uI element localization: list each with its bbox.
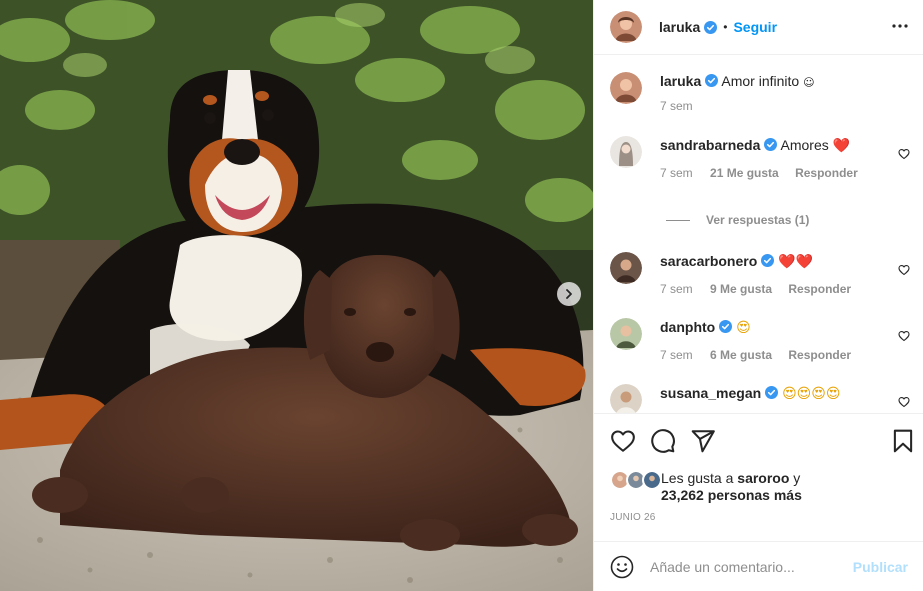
commenter-avatar[interactable] — [610, 136, 642, 168]
comment-emoji: 😍 — [736, 320, 751, 336]
verified-badge-icon — [704, 20, 718, 34]
likers-avatars[interactable] — [610, 470, 664, 490]
comment-time[interactable]: 7 sem — [660, 348, 693, 362]
post-header: laruka • Seguir — [594, 0, 923, 55]
heart-icon[interactable] — [898, 396, 910, 408]
liker-avatar — [642, 470, 662, 490]
comment-likes[interactable]: 9 Me gusta — [710, 282, 772, 296]
view-replies-label: Ver respuestas (1) — [706, 213, 810, 227]
caption-text: Amor infinito — [721, 73, 800, 89]
commenter-avatar[interactable] — [610, 384, 642, 413]
verified-badge-icon — [705, 74, 719, 87]
instagram-post: laruka • Seguir laruka Amor infinito ☺ 7… — [0, 0, 923, 591]
heart-icon[interactable] — [898, 330, 910, 342]
comment-emoji: ❤️ — [832, 138, 851, 154]
verified-badge-icon — [719, 320, 733, 333]
comment-username[interactable]: sandrabarneda — [660, 137, 760, 153]
comment-emoji: ❤️❤️ — [778, 254, 814, 270]
comment-time[interactable]: 7 sem — [660, 166, 693, 180]
comments-list[interactable]: laruka Amor infinito ☺ 7 sem sandrabarne… — [594, 56, 923, 413]
next-slide-button[interactable] — [557, 282, 581, 306]
comment-username[interactable]: susana_megan — [660, 385, 761, 401]
chevron-right-icon — [566, 289, 572, 299]
heart-icon[interactable] — [898, 264, 910, 276]
comment-icon[interactable] — [650, 428, 676, 454]
post-photo[interactable] — [0, 0, 593, 591]
post-date[interactable]: JUNIO 26 — [610, 512, 656, 523]
author-avatar[interactable] — [610, 11, 642, 43]
comment-likes[interactable]: 6 Me gusta — [710, 348, 772, 362]
dot-separator: • — [723, 20, 728, 34]
likes-joiner: y — [793, 470, 801, 486]
caption-time[interactable]: 7 sem — [660, 99, 693, 113]
replies-line — [666, 219, 690, 221]
heart-icon[interactable] — [898, 148, 910, 160]
more-horizontal-icon — [892, 24, 908, 28]
likes-summary: Les gusta a saroroo y 23,262 personas má… — [610, 470, 910, 506]
likes-user[interactable]: saroroo — [737, 470, 789, 486]
more-options-button[interactable] — [890, 16, 910, 36]
comment-time[interactable]: 7 sem — [660, 282, 693, 296]
comment-input[interactable] — [650, 558, 853, 575]
comment-body: sandrabarneda Amores ❤️ 7 sem 21 Me gust… — [660, 136, 896, 182]
caption-avatar[interactable] — [610, 72, 642, 104]
verified-badge-icon — [761, 254, 775, 267]
share-icon[interactable] — [690, 428, 716, 454]
verified-badge-icon — [764, 138, 778, 151]
comment-body: susana_megan 😍😍😍😍 — [660, 384, 896, 403]
post-actions — [594, 413, 923, 463]
reply-button[interactable]: Responder — [795, 166, 858, 180]
comment-body: saracarbonero ❤️❤️ 7 sem 9 Me gusta Resp… — [660, 252, 896, 298]
commenter-avatar[interactable] — [610, 252, 642, 284]
comment-text: Amores — [780, 137, 829, 153]
comment-body: danphto 😍 7 sem 6 Me gusta Responder — [660, 318, 896, 364]
comment-likes[interactable]: 21 Me gusta — [710, 166, 779, 180]
publish-button[interactable]: Publicar — [853, 559, 908, 575]
likes-prefix: Les gusta a — [661, 470, 734, 486]
comment-emoji: 😍😍😍😍 — [782, 386, 841, 402]
dogs-photo — [0, 0, 593, 591]
reply-button[interactable]: Responder — [788, 348, 851, 362]
likes-count[interactable]: 23,262 personas más — [661, 487, 802, 503]
likes-text: Les gusta a saroroo y 23,262 personas má… — [661, 470, 802, 504]
verified-badge-icon — [765, 386, 779, 399]
comment-form: Publicar — [594, 541, 923, 591]
reply-button[interactable]: Responder — [788, 282, 851, 296]
caption-emoji: ☺ — [803, 76, 815, 89]
comment-username[interactable]: saracarbonero — [660, 253, 757, 269]
smile-icon[interactable] — [610, 555, 634, 579]
author-username[interactable]: laruka — [659, 19, 700, 35]
commenter-avatar[interactable] — [610, 318, 642, 350]
bookmark-icon[interactable] — [890, 428, 916, 454]
caption-body: laruka Amor infinito ☺ 7 sem — [660, 72, 896, 115]
follow-button[interactable]: Seguir — [733, 19, 777, 35]
view-replies-button[interactable]: Ver respuestas (1) — [666, 213, 809, 227]
post-side-panel: laruka • Seguir laruka Amor infinito ☺ 7… — [593, 0, 923, 591]
comment-username[interactable]: danphto — [660, 319, 715, 335]
caption-username[interactable]: laruka — [660, 73, 701, 89]
heart-icon[interactable] — [610, 428, 636, 454]
